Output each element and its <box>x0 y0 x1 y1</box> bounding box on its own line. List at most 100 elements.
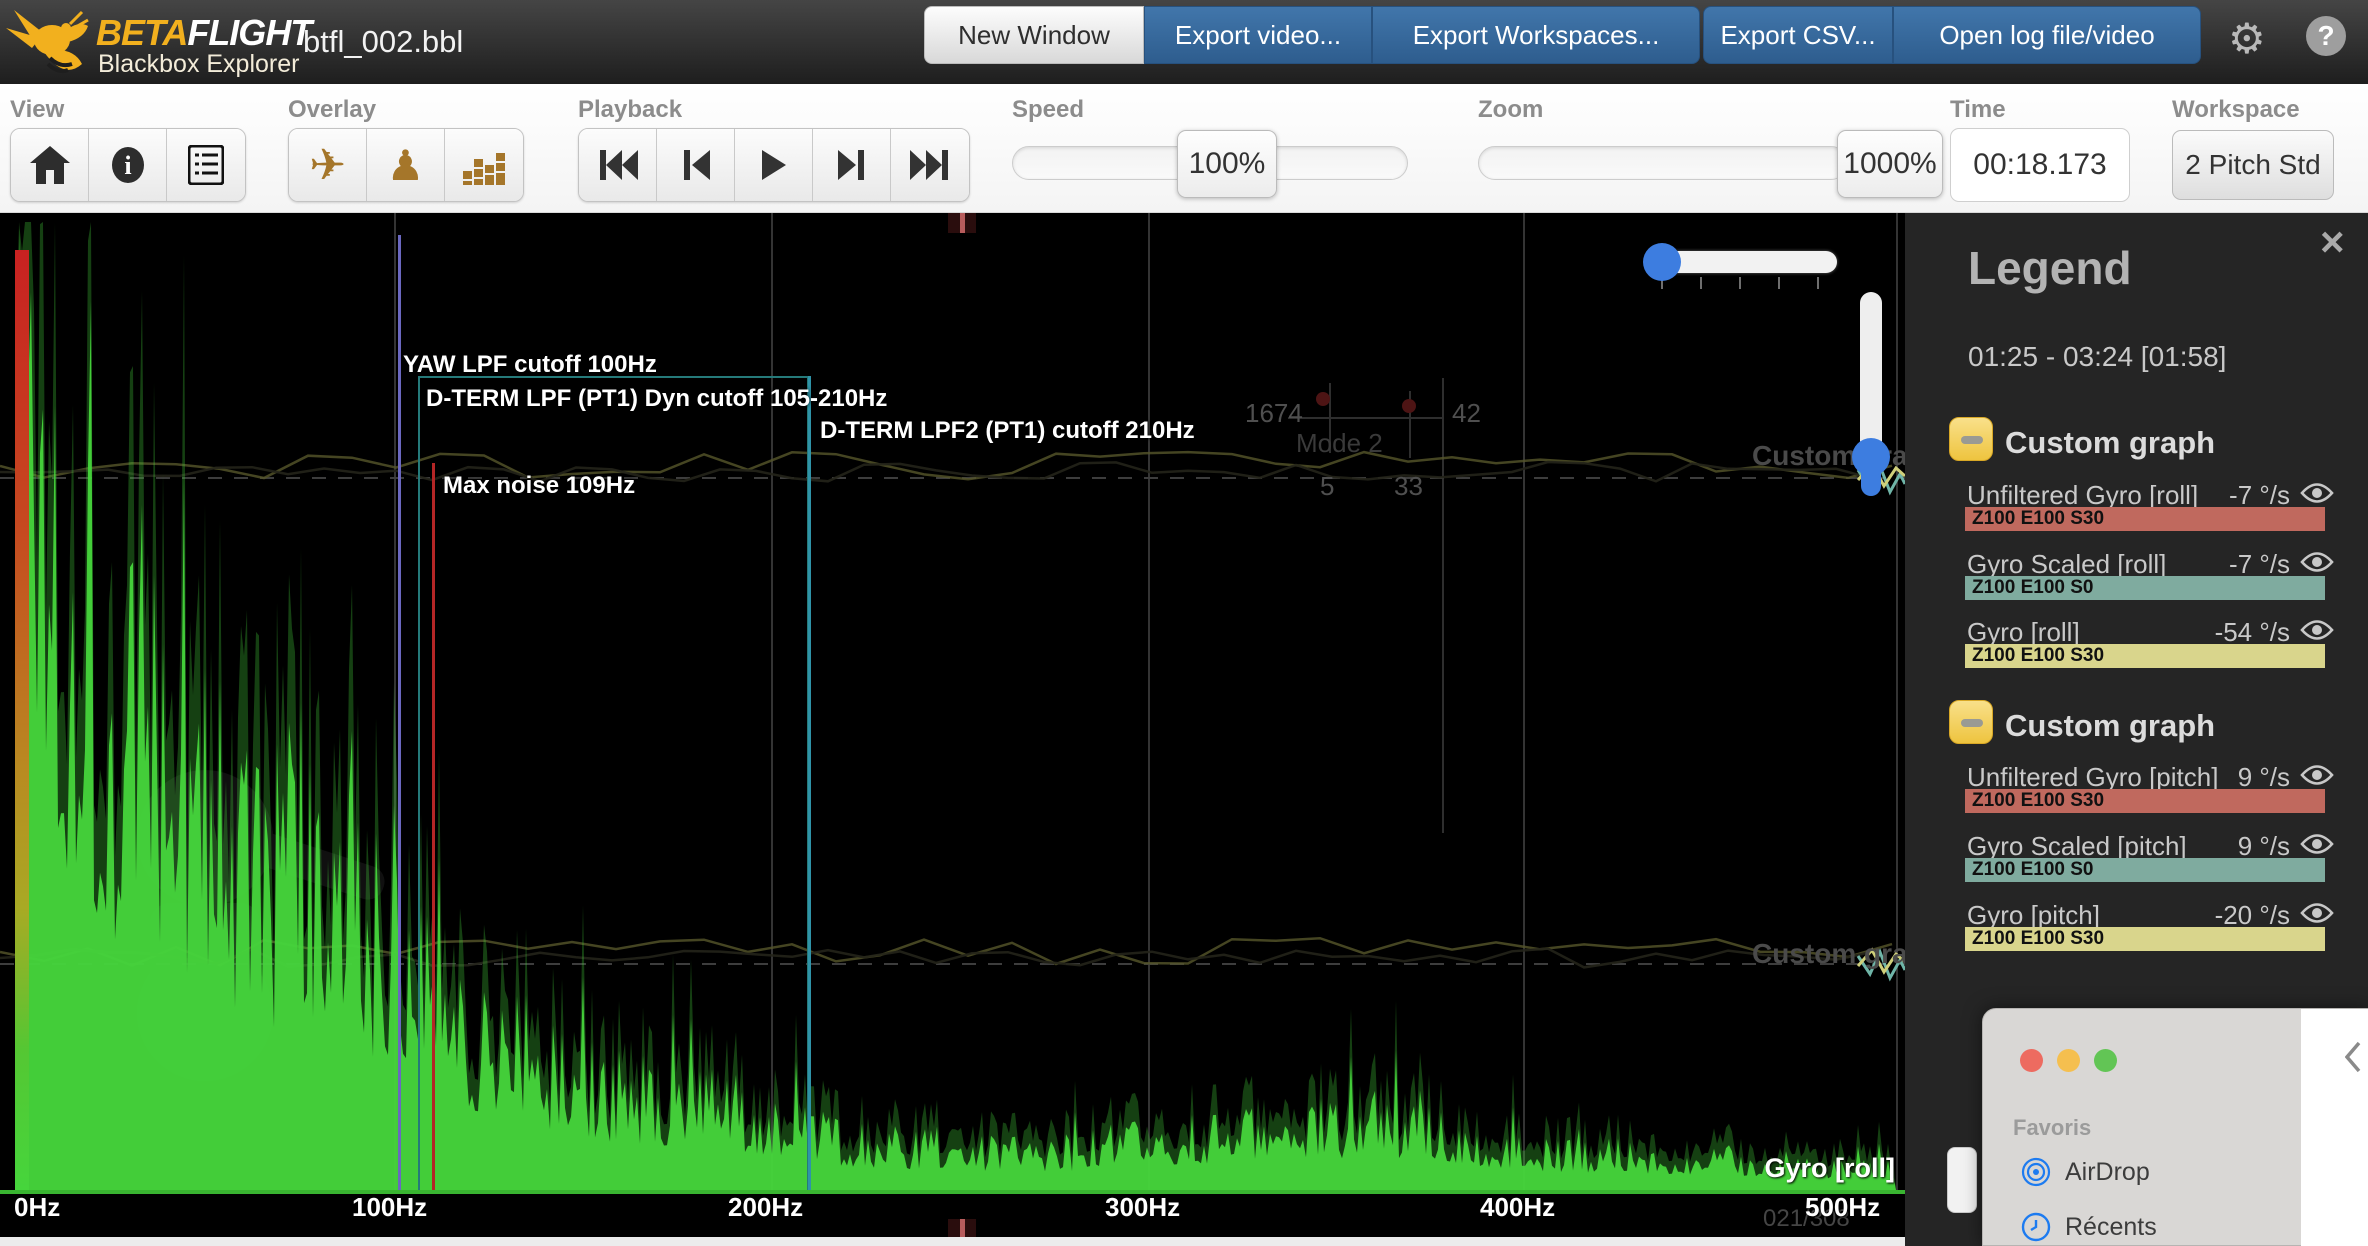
axis-tick-200hz: 200Hz <box>728 1192 804 1222</box>
field-expo-badge[interactable]: Z100 E100 S30 <box>1965 507 2325 531</box>
skip-to-end-button[interactable] <box>891 129 969 201</box>
overlay-section-label: Overlay <box>288 96 377 123</box>
play-button[interactable] <box>735 129 813 201</box>
step-forward-button[interactable] <box>813 129 891 201</box>
clock-icon <box>2021 1212 2051 1242</box>
time-section-label: Time <box>1950 96 2006 123</box>
settings-gear-icon[interactable]: ⚙ <box>2228 14 2266 63</box>
trace-name-label: Gyro [roll] <box>1764 1153 1895 1183</box>
zoom-slider-track[interactable] <box>1478 146 1848 180</box>
spectrum-dc-heat-bar <box>15 250 29 1190</box>
step-back-icon <box>683 150 710 180</box>
collapse-group-button[interactable] <box>1949 417 1993 461</box>
view-log-list-button[interactable] <box>167 129 245 201</box>
export-workspaces-button[interactable]: Export Workspaces... <box>1372 6 1700 64</box>
eye-visibility-icon[interactable] <box>2300 481 2334 505</box>
maximize-traffic-light[interactable] <box>2094 1049 2117 1072</box>
hslider-tick <box>1778 277 1780 289</box>
graph-group-label: Custom graph <box>2005 425 2216 460</box>
axis-tick-500hz: 500Hz <box>1805 1192 1881 1222</box>
overlay-analyser-button[interactable] <box>445 129 523 201</box>
toolbar: View Overlay Playback Speed Zoom Time Wo… <box>0 84 2368 213</box>
info-icon: i <box>111 147 144 183</box>
window-bottom-strip <box>0 1237 1905 1246</box>
airdrop-icon <box>2021 1157 2051 1187</box>
skip-to-start-button[interactable] <box>579 129 657 201</box>
view-section-label: View <box>10 96 65 123</box>
bars-icon <box>463 153 505 185</box>
workspace-button[interactable]: 2 Pitch Std <box>2172 130 2334 200</box>
view-home-button[interactable] <box>11 129 89 201</box>
plane-icon: ✈ <box>309 139 346 191</box>
minimize-traffic-light[interactable] <box>2057 1049 2080 1072</box>
ghost-value-1: 5 <box>1320 471 1335 501</box>
field-expo-badge[interactable]: Z100 E100 S30 <box>1965 927 2325 951</box>
field-expo-badge[interactable]: Z100 E100 S30 <box>1965 644 2325 668</box>
overlay-sticks-button[interactable]: ♟ <box>367 129 445 201</box>
playback-button-group <box>578 128 970 202</box>
skip-end-icon <box>910 150 948 180</box>
axis-tick-100hz: 100Hz <box>352 1192 428 1222</box>
close-traffic-light[interactable] <box>2020 1049 2043 1072</box>
eye-visibility-icon[interactable] <box>2300 763 2334 787</box>
ghost-mode-label: Mode 2 <box>1296 428 1383 458</box>
yaw-lpf-annotation: YAW LPF cutoff 100Hz <box>403 351 657 378</box>
app-window: BETAFLIGHT Blackbox Explorer btfl_002.bb… <box>0 0 2368 1246</box>
zoom-slider-handle[interactable]: 1000% <box>1837 130 1943 198</box>
new-window-button[interactable]: New Window <box>924 6 1144 64</box>
open-log-button[interactable]: Open log file/video <box>1893 6 2201 64</box>
spectrum-graph-canvas[interactable]: YAW LPF cutoff 100Hz D-TERM LPF (PT1) Dy… <box>0 213 1905 1237</box>
ghost-right-value: 42 <box>1452 398 1481 428</box>
max-noise-line <box>432 463 435 1190</box>
eye-visibility-icon[interactable] <box>2300 832 2334 856</box>
finder-item-label: AirDrop <box>2065 1157 2150 1186</box>
minus-icon <box>1961 719 1983 727</box>
finder-item-airdrop[interactable]: AirDrop <box>2021 1157 2150 1187</box>
app-logo-subtitle: Blackbox Explorer <box>98 50 300 78</box>
graph-vertical-slider-handle[interactable] <box>1852 438 1890 476</box>
graph-vertical-slider-track[interactable] <box>1860 292 1882 452</box>
dterm-lpf2-annotation: D-TERM LPF2 (PT1) cutoff 210Hz <box>820 417 1195 444</box>
export-csv-button[interactable]: Export CSV... <box>1703 6 1893 64</box>
eye-visibility-icon[interactable] <box>2300 550 2334 574</box>
home-icon <box>29 146 70 184</box>
list-icon <box>188 145 224 185</box>
graph-group-label: Custom graph <box>2005 708 2216 743</box>
axis-tick-0hz: 0Hz <box>14 1192 61 1222</box>
log-time-range: 01:25 - 03:24 [01:58] <box>1968 341 2227 372</box>
graph-horizontal-slider-handle[interactable] <box>1643 243 1681 281</box>
yaw-lpf-cutoff-line <box>398 235 401 1190</box>
header-bar: BETAFLIGHT Blackbox Explorer btfl_002.bb… <box>0 0 2368 84</box>
skip-start-icon <box>599 150 638 180</box>
playhead-marker-top[interactable] <box>948 213 976 233</box>
pane-resize-handle[interactable] <box>1947 1147 1977 1213</box>
overlay-craft-button[interactable]: ✈ <box>289 129 367 201</box>
speed-slider-handle[interactable]: 100% <box>1177 130 1277 198</box>
eye-visibility-icon[interactable] <box>2300 901 2334 925</box>
playhead-marker-bottom[interactable] <box>948 1219 976 1237</box>
time-input[interactable]: 00:18.173 <box>1950 128 2130 202</box>
finder-item-recents[interactable]: Récents <box>2021 1212 2157 1242</box>
view-info-button[interactable]: i <box>89 129 167 201</box>
field-expo-badge[interactable]: Z100 E100 S30 <box>1965 789 2325 813</box>
field-expo-badge[interactable]: Z100 E100 S0 <box>1965 576 2325 600</box>
back-chevron-icon[interactable] <box>2345 1041 2361 1073</box>
betaflight-bee-logo-icon <box>6 10 89 74</box>
dterm-lpf2-cutoff-line <box>808 376 811 1190</box>
max-noise-annotation: Max noise 109Hz <box>443 472 636 499</box>
minus-icon <box>1961 436 1983 444</box>
field-expo-badge[interactable]: Z100 E100 S0 <box>1965 858 2325 882</box>
ghost-value-2: 33 <box>1394 471 1423 501</box>
collapse-group-button[interactable] <box>1949 700 1993 744</box>
close-icon[interactable]: × <box>2320 221 2345 263</box>
step-back-button[interactable] <box>657 129 735 201</box>
eye-visibility-icon[interactable] <box>2300 618 2334 642</box>
app-logo-title: BETAFLIGHT <box>96 12 312 53</box>
open-file-name: btfl_002.bbl <box>303 24 464 59</box>
export-video-button[interactable]: Export video... <box>1144 6 1372 64</box>
help-icon[interactable]: ? <box>2306 16 2346 56</box>
legend-title: Legend <box>1968 242 2132 294</box>
zoom-section-label: Zoom <box>1478 96 1544 123</box>
axis-tick-300hz: 300Hz <box>1105 1192 1181 1222</box>
playhead-core <box>960 1219 965 1237</box>
